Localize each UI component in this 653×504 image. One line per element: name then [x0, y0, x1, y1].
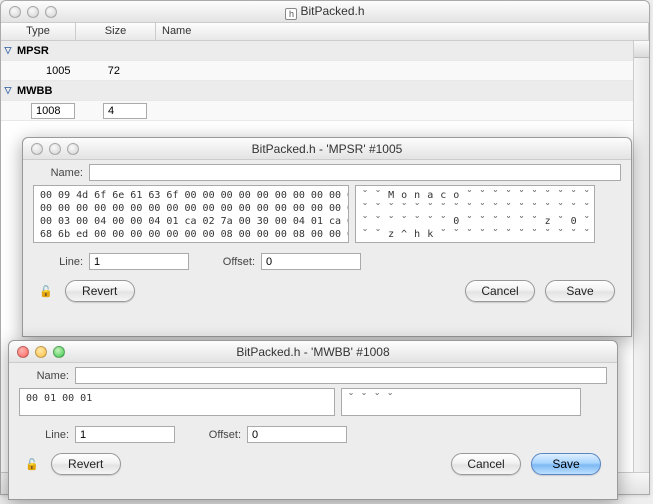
minimize-icon[interactable]: [27, 6, 39, 18]
main-window-title: hBitPacked.h: [1, 4, 649, 20]
zoom-icon[interactable]: [45, 6, 57, 18]
zoom-icon[interactable]: [53, 346, 65, 358]
cancel-button[interactable]: Cancel: [451, 453, 521, 475]
column-header-name[interactable]: Name: [156, 23, 649, 40]
name-input[interactable]: [89, 164, 621, 181]
line-input[interactable]: [89, 253, 189, 270]
name-label: Name:: [33, 167, 83, 179]
offset-label: Offset:: [181, 429, 241, 441]
close-icon[interactable]: [17, 346, 29, 358]
name-input[interactable]: [75, 367, 607, 384]
offset-input[interactable]: [261, 253, 361, 270]
ascii-view[interactable]: ˘ ˘ ˘ ˘: [341, 388, 581, 416]
lock-icon[interactable]: 🔓: [25, 458, 39, 471]
editor-window-mpsr: BitPacked.h - 'MPSR' #1005 Name: 00 09 4…: [22, 137, 632, 337]
tree-group-mwbb[interactable]: ▽ MWBB: [1, 81, 649, 101]
tree-group-label: MPSR: [15, 45, 76, 57]
name-label: Name:: [19, 370, 69, 382]
editor1-titlebar: BitPacked.h - 'MPSR' #1005: [23, 138, 631, 160]
hex-view[interactable]: 00 01 00 01: [19, 388, 335, 416]
column-headers: Type Size Name: [1, 23, 649, 41]
tree-group-label: MWBB: [15, 85, 76, 97]
revert-button[interactable]: Revert: [51, 453, 121, 475]
column-header-type[interactable]: Type: [1, 23, 76, 40]
traffic-lights: [1, 6, 57, 18]
offset-input[interactable]: [247, 426, 347, 443]
editor1-title: BitPacked.h - 'MPSR' #1005: [23, 142, 631, 156]
revert-button[interactable]: Revert: [65, 280, 135, 302]
disclosure-triangle-icon[interactable]: ▽: [1, 85, 15, 96]
save-button[interactable]: Save: [545, 280, 615, 302]
column-header-size[interactable]: Size: [76, 23, 156, 40]
zoom-icon[interactable]: [67, 143, 79, 155]
ascii-view[interactable]: ˘ ˘ M o n a c o ˘ ˘ ˘ ˘ ˘ ˘ ˘ ˘ ˘ ˘ ˘ ˘ …: [355, 185, 595, 243]
save-button[interactable]: Save: [531, 453, 601, 475]
lock-icon[interactable]: 🔓: [39, 285, 53, 298]
offset-label: Offset:: [195, 256, 255, 268]
editor2-title: BitPacked.h - 'MWBB' #1008: [9, 345, 617, 359]
resource-size: 72: [75, 64, 135, 78]
hex-view[interactable]: 00 09 4d 6f 6e 61 63 6f 00 00 00 00 00 0…: [33, 185, 349, 243]
editor2-titlebar: BitPacked.h - 'MWBB' #1008: [9, 341, 617, 363]
traffic-lights: [23, 143, 79, 155]
cancel-button[interactable]: Cancel: [465, 280, 535, 302]
resource-size[interactable]: 4: [103, 103, 147, 119]
tree-row-1005[interactable]: 1005 72: [1, 61, 649, 81]
header-file-icon: h: [285, 8, 297, 20]
line-input[interactable]: [75, 426, 175, 443]
minimize-icon[interactable]: [35, 346, 47, 358]
resource-id[interactable]: 1008: [31, 103, 75, 119]
disclosure-triangle-icon[interactable]: ▽: [1, 45, 15, 56]
tree-row-1008[interactable]: 1008 4: [1, 101, 649, 121]
minimize-icon[interactable]: [49, 143, 61, 155]
close-icon[interactable]: [9, 6, 21, 18]
tree-group-mpsr[interactable]: ▽ MPSR: [1, 41, 649, 61]
editor-window-mwbb: BitPacked.h - 'MWBB' #1008 Name: 00 01 0…: [8, 340, 618, 500]
main-titlebar: hBitPacked.h: [1, 1, 649, 23]
close-icon[interactable]: [31, 143, 43, 155]
line-label: Line:: [33, 256, 83, 268]
traffic-lights: [9, 346, 65, 358]
line-label: Line:: [19, 429, 69, 441]
scrollbar[interactable]: [633, 41, 649, 472]
resource-id: 1005: [15, 64, 75, 78]
